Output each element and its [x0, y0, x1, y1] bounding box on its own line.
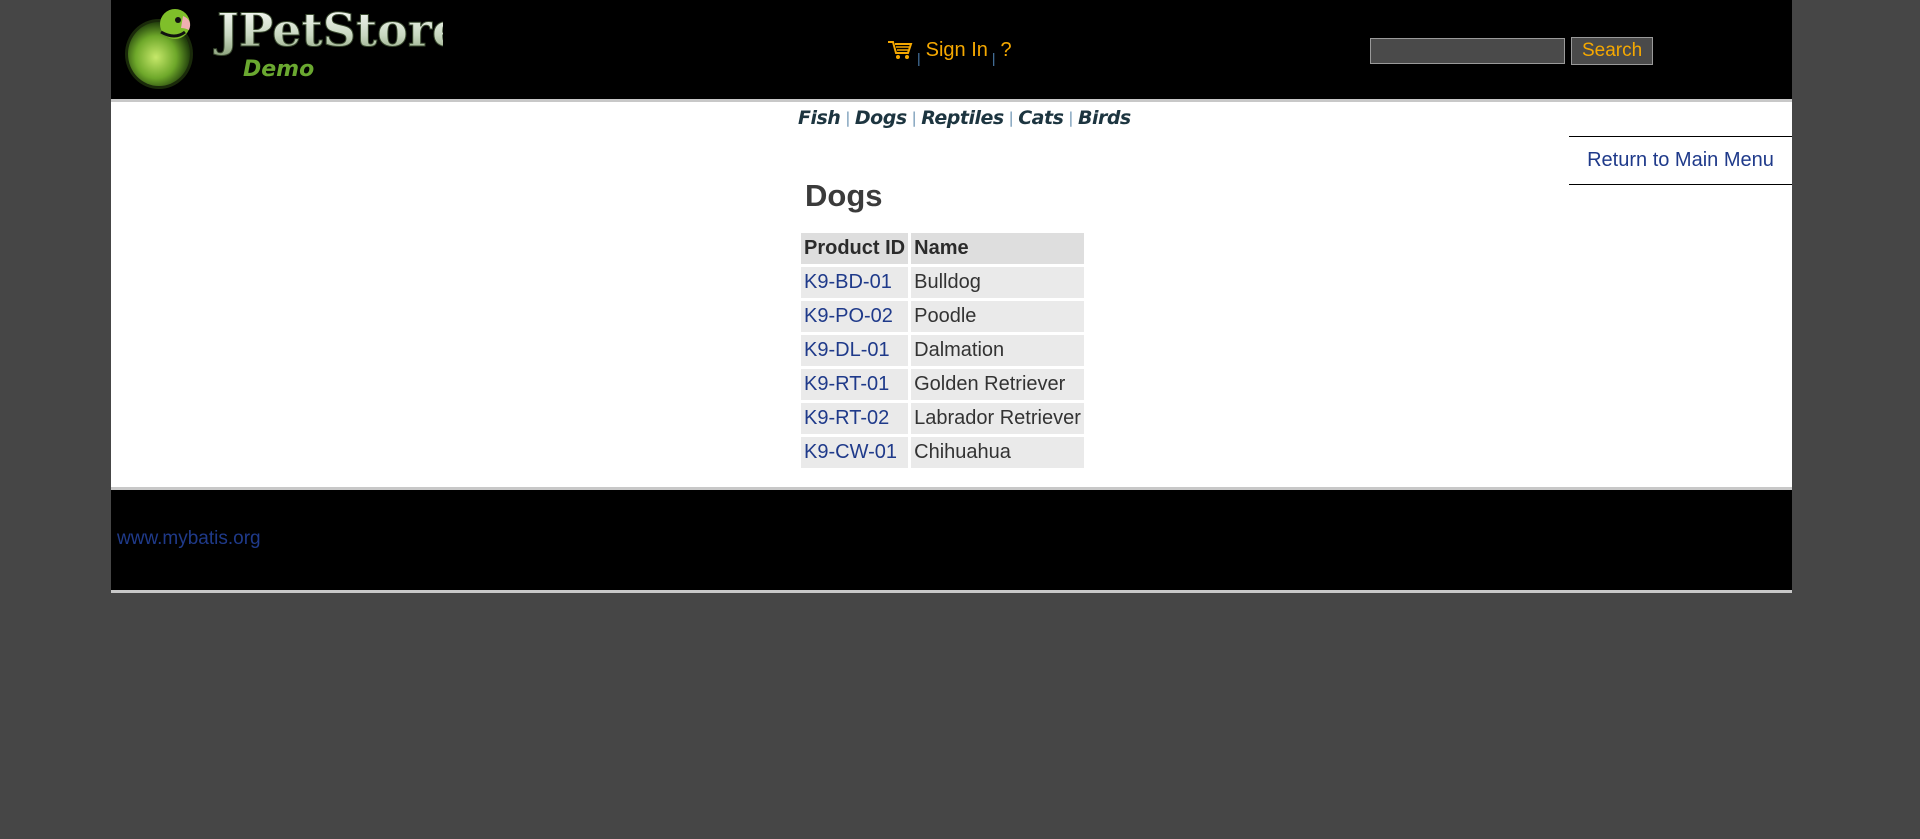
sign-in-link[interactable]: Sign In — [926, 39, 988, 67]
table-header-row: Product ID Name — [801, 233, 1084, 264]
header: JPetStore Demo | Sign In | ? Search — [111, 0, 1792, 102]
product-id-cell: K9-BD-01 — [801, 267, 909, 298]
product-name-cell: Bulldog — [911, 267, 1084, 298]
header-menu: | Sign In | ? — [887, 37, 1012, 67]
column-header-product-id: Product ID — [801, 233, 909, 264]
quick-link-fish[interactable]: Fish — [798, 107, 841, 129]
product-id-link[interactable]: K9-BD-01 — [804, 271, 892, 293]
product-name-cell: Dalmation — [911, 335, 1084, 366]
search-button[interactable]: Search — [1571, 37, 1654, 65]
product-id-link[interactable]: K9-RT-02 — [804, 407, 889, 429]
page: JPetStore Demo | Sign In | ? Search Fish… — [111, 0, 1792, 593]
page-title: Dogs — [805, 178, 883, 213]
table-row: K9-RT-01 Golden Retriever — [801, 369, 1084, 400]
quick-link-dogs[interactable]: Dogs — [855, 107, 907, 129]
column-header-name: Name — [911, 233, 1084, 264]
quick-link-birds[interactable]: Birds — [1078, 107, 1131, 129]
product-name-cell: Poodle — [911, 301, 1084, 332]
return-to-main-menu-link[interactable]: Return to Main Menu — [1587, 149, 1774, 172]
menu-separator: | — [991, 50, 996, 66]
quick-link-separator: | — [845, 109, 850, 127]
quick-link-separator: | — [911, 109, 917, 127]
footer: www.mybatis.org — [111, 490, 1792, 593]
table-row: K9-RT-02 Labrador Retriever — [801, 403, 1084, 434]
product-id-link[interactable]: K9-DL-01 — [804, 339, 890, 361]
product-name-cell: Golden Retriever — [911, 369, 1084, 400]
logo-subtitle: Demo — [243, 57, 314, 82]
quick-link-cats[interactable]: Cats — [1018, 107, 1064, 129]
product-id-cell: K9-CW-01 — [801, 437, 909, 468]
search-form: Search — [1370, 37, 1654, 65]
quick-link-reptiles[interactable]: Reptiles — [921, 107, 1004, 129]
product-name-cell: Chihuahua — [911, 437, 1084, 468]
table-row: K9-PO-02 Poodle — [801, 301, 1084, 332]
product-name-cell: Labrador Retriever — [911, 403, 1084, 434]
table-row: K9-CW-01 Chihuahua — [801, 437, 1084, 468]
quick-link-separator: | — [1008, 109, 1014, 127]
mybatis-link[interactable]: www.mybatis.org — [117, 528, 261, 550]
product-id-cell: K9-DL-01 — [801, 335, 909, 366]
jpetstore-logo[interactable]: JPetStore Demo — [123, 4, 443, 90]
logo-title: JPetStore — [213, 4, 443, 57]
table-row: K9-DL-01 Dalmation — [801, 335, 1084, 366]
product-id-cell: K9-RT-02 — [801, 403, 909, 434]
product-id-cell: K9-RT-01 — [801, 369, 909, 400]
product-table: Product ID Name K9-BD-01 Bulldog K9-PO-0… — [798, 230, 1087, 471]
quick-links: Fish | Dogs | Reptiles | Cats | Birds — [798, 106, 1131, 130]
cart-link[interactable] — [887, 39, 913, 67]
menu-separator: | — [917, 50, 921, 66]
back-link-box: Return to Main Menu — [1569, 136, 1792, 185]
product-id-cell: K9-PO-02 — [801, 301, 909, 332]
product-id-link[interactable]: K9-CW-01 — [804, 441, 897, 463]
shopping-cart-icon — [888, 41, 913, 59]
help-link[interactable]: ? — [1001, 39, 1012, 67]
product-id-link[interactable]: K9-PO-02 — [804, 305, 893, 327]
product-id-link[interactable]: K9-RT-01 — [804, 373, 889, 395]
search-input[interactable] — [1370, 38, 1565, 64]
content: Fish | Dogs | Reptiles | Cats | Birds Re… — [111, 102, 1792, 490]
table-row: K9-BD-01 Bulldog — [801, 267, 1084, 298]
quick-link-separator: | — [1068, 109, 1073, 127]
